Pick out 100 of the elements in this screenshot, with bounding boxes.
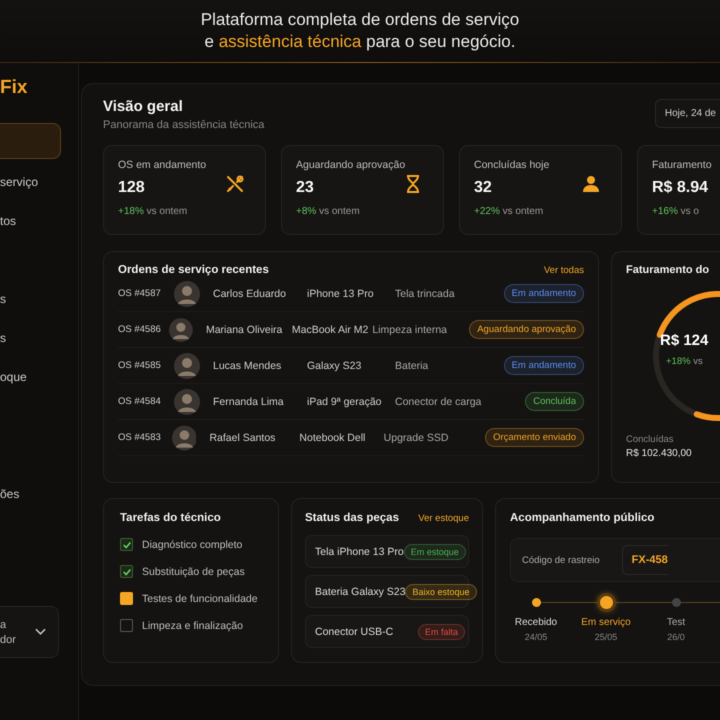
logo-text: Fix [0,77,28,100]
nav-item[interactable] [0,123,61,159]
client-name: Lucas Mendes [213,360,282,372]
stat-label: Aguardando aprovação [296,159,406,171]
user-name: a [0,618,8,630]
revenue-note: vs [693,356,703,367]
page-title: Visão geral [103,98,184,115]
device-name: Notebook Dell [299,432,366,444]
stat-value: 128 [118,179,145,197]
card-title: Ordens de serviço recentes [118,264,269,276]
order-row[interactable]: OS #4585 Lucas Mendes Galaxy S23 Bateria Em andamento [118,348,584,384]
stat-label: Concluídas hoje [474,159,550,171]
revenue-change: +18% [666,356,691,367]
tagline: Plataforma completa de ordens de serviço e assistência técnica para o seu negócio. [200,9,520,53]
card-title: Tarefas do técnico [120,512,221,524]
user-role: dor [0,634,16,646]
device-name: iPad 9ª geração [307,396,383,408]
stat-note: vs ontem [319,206,360,217]
stat-value: 23 [296,179,314,197]
issue-text: Upgrade SSD [384,432,450,444]
stock-badge: Em estoque [404,544,466,560]
stat-change: +22% [474,206,500,217]
status-badge: Concluída [525,392,584,411]
avatar-icon [174,352,200,378]
card-title: Acompanhamento público [510,512,654,524]
nav-item[interactable]: s [0,289,6,309]
card-title: Status das peças [305,512,399,524]
order-row[interactable]: OS #4587 Carlos Eduardo iPhone 13 Pro Tela trincada Em andamento [118,276,584,312]
device-name: Galaxy S23 [307,360,362,372]
order-id: OS #4583 [118,432,162,443]
order-id: OS #4584 [118,396,162,407]
step-label: Test [666,617,686,628]
nav-item[interactable]: s [0,328,6,348]
stock-badge: Em falta [418,624,465,640]
stat-note: vs ontem [502,206,544,217]
stat-change: +16% [652,206,678,217]
date-button[interactable]: Hoje, 24 de [654,99,720,128]
stat-label: OS em andamento [118,159,206,171]
view-stock-link[interactable]: Ver estoque [418,512,469,524]
part-name: Bateria Galaxy S23 [315,586,406,598]
tracking-code-label: Código de rastreio [522,554,600,566]
order-id: OS #4585 [118,360,162,371]
page-subtitle: Panorama da assistência técnica [103,119,264,131]
order-id: OS #4587 [118,288,162,299]
part-name: Conector USB-C [315,626,394,638]
status-badge: Em andamento [504,284,584,303]
client-name: Carlos Eduardo [213,288,287,300]
nav-item[interactable]: serviço [0,172,38,192]
nav-item[interactable]: tos [0,211,16,231]
status-badge: Orçamento enviado [485,428,584,447]
task-label: Substituição de peças [142,566,245,578]
checkbox[interactable] [120,538,133,551]
checkbox[interactable] [120,565,133,578]
chevron-icon [35,628,46,636]
order-row[interactable]: OS #4584 Fernanda Lima iPad 9ª geração Conector de carga Concluída [118,384,584,420]
avatar-icon [172,424,196,450]
stat-value: 32 [474,179,492,197]
task-label: Limpeza e finalização [142,620,243,632]
step-date: 26/0 [667,632,685,642]
step-label: Em serviço [581,617,631,628]
task-label: Testes de funcionalidade [142,592,258,604]
revenue-amount: R$ 102.430,00 [626,448,693,459]
task-label: Diagnóstico completo [142,538,242,550]
stat-note: vs ontem [146,206,188,217]
stat-value: R$ 8.94 [652,179,708,197]
part-name: Tela iPhone 13 Pro [315,546,404,558]
checkbox[interactable] [120,619,133,632]
tracking-code: FX-458 [622,545,668,575]
revenue-value: R$ 124 [660,332,708,349]
order-row[interactable]: OS #4583 Rafael Santos Notebook Dell Upgrade SSD Orçamento enviado [118,420,584,456]
client-name: Mariana Oliveira [206,324,284,336]
avatar-icon [169,316,193,342]
status-badge: Aguardando aprovação [469,320,584,339]
stock-badge: Baixo estoque [405,584,477,600]
wrench-screwdriver-icon [225,174,245,194]
issue-text: Conector de carga [395,396,482,408]
checkbox[interactable] [120,592,133,605]
step-date: 24/05 [524,632,548,642]
device-name: MacBook Air M2 [292,324,370,336]
person-icon [581,174,601,194]
device-name: iPhone 13 Pro [307,288,375,300]
revenue-label: Concluídas [626,434,675,445]
step-date: 25/05 [594,632,618,642]
client-name: Fernanda Lima [213,396,285,408]
step-label: Recebido [514,617,558,628]
stat-label: Faturamento [652,159,712,171]
order-id: OS #4586 [118,324,162,335]
issue-text: Limpeza interna [372,324,448,336]
avatar-icon [174,388,200,414]
avatar-icon [174,280,200,306]
stat-change: +18% [118,206,144,217]
nav-item[interactable]: oque [0,367,27,387]
user-card[interactable]: a dor [0,606,59,658]
order-row[interactable]: OS #4586 Mariana Oliveira MacBook Air M2 Limpeza interna Aguardando aprovação [118,312,584,348]
stat-note: vs o [680,206,699,217]
view-all-link[interactable]: Ver todas [544,264,584,276]
status-badge: Em andamento [504,356,584,375]
card-title: Faturamento do [626,264,710,276]
issue-text: Tela trincada [395,288,456,300]
nav-item[interactable]: ões [0,484,20,504]
